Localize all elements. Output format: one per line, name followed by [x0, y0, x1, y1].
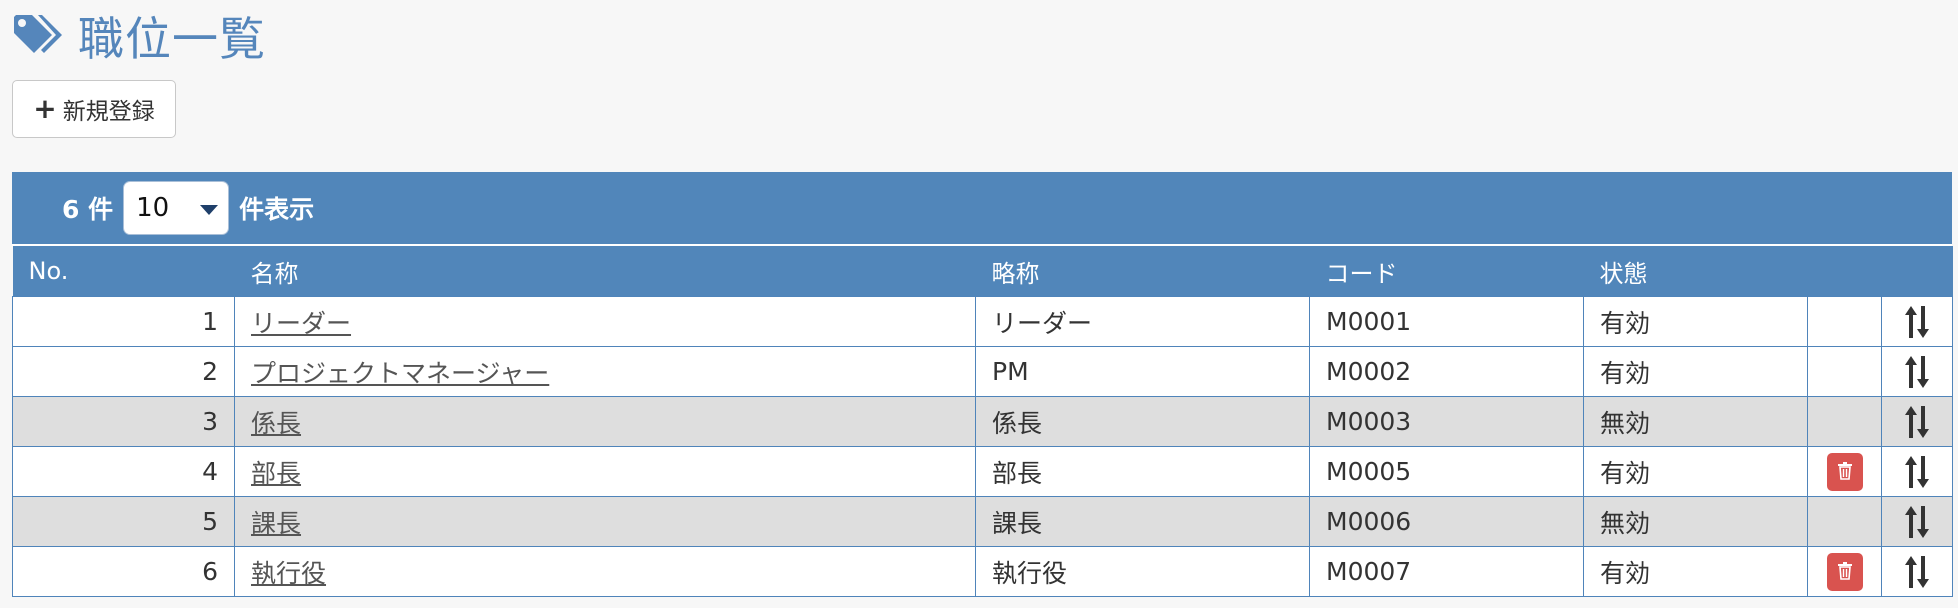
trash-icon: [1837, 457, 1853, 486]
row-status: 無効: [1583, 396, 1808, 447]
sort-arrows-icon: [1903, 355, 1931, 388]
new-register-button[interactable]: + 新規登録: [12, 80, 176, 138]
row-status: 無効: [1583, 496, 1808, 547]
record-count: 6 件: [62, 195, 114, 224]
row-short-name: PM: [975, 346, 1310, 397]
row-sort-handle[interactable]: [1881, 446, 1953, 497]
row-no: 1: [12, 296, 235, 347]
row-name-link[interactable]: プロジェクトマネージャー: [251, 359, 549, 388]
table-row: 6 執行役 執行役 M0007 有効: [12, 546, 1953, 597]
row-short-name: 課長: [975, 496, 1310, 547]
table-body: 1 リーダー リーダー M0001 有効 2 プロジェクトマネージャー PM M0002 有効 3 係…: [12, 296, 1953, 597]
new-register-label: 新規登録: [62, 99, 155, 125]
row-actions: [1807, 346, 1882, 397]
row-actions: [1807, 496, 1882, 547]
table-row: 5 課長 課長 M0006 無効: [12, 496, 1953, 547]
column-header-name[interactable]: 名称: [234, 246, 976, 297]
caret-down-icon: [200, 205, 219, 215]
table-row: 1 リーダー リーダー M0001 有効: [12, 296, 1953, 347]
column-header-no[interactable]: No.: [12, 246, 235, 297]
row-status: 有効: [1583, 296, 1808, 347]
column-header-status[interactable]: 状態: [1583, 246, 1808, 297]
row-short-name: 部長: [975, 446, 1310, 497]
row-name-link[interactable]: リーダー: [251, 309, 351, 338]
row-code: M0002: [1309, 346, 1584, 397]
sort-arrows-icon: [1903, 555, 1931, 588]
column-header-sort: [1881, 246, 1953, 297]
row-sort-handle[interactable]: [1881, 396, 1953, 447]
page-title: 職位一覧: [78, 12, 266, 66]
table-header-row: No. 名称 略称 コード 状態: [12, 246, 1953, 297]
table-row: 4 部長 部長 M0005 有効: [12, 446, 1953, 497]
row-short-name: 執行役: [975, 546, 1310, 597]
row-sort-handle[interactable]: [1881, 346, 1953, 397]
row-status: 有効: [1583, 446, 1808, 497]
row-name-link[interactable]: 課長: [251, 509, 301, 538]
tags-icon: [14, 15, 62, 53]
trash-icon: [1837, 557, 1853, 586]
column-header-code[interactable]: コード: [1309, 246, 1584, 297]
row-short-name: 係長: [975, 396, 1310, 447]
column-header-actions: [1807, 246, 1882, 297]
row-no: 3: [12, 396, 235, 447]
row-actions: [1807, 396, 1882, 447]
row-no: 2: [12, 346, 235, 397]
sort-arrows-icon: [1903, 505, 1931, 538]
page-size-select[interactable]: 10: [123, 181, 230, 235]
row-actions: [1807, 546, 1882, 597]
page-size-suffix: 件表示: [239, 195, 315, 224]
plus-icon: +: [33, 92, 57, 125]
sort-arrows-icon: [1903, 305, 1931, 338]
row-code: M0005: [1309, 446, 1584, 497]
row-name-link[interactable]: 係長: [251, 409, 301, 438]
grid-toolbar: 6 件 10 件表示: [12, 172, 1952, 246]
row-no: 4: [12, 446, 235, 497]
row-short-name: リーダー: [975, 296, 1310, 347]
row-no: 6: [12, 546, 235, 597]
row-code: M0007: [1309, 546, 1584, 597]
row-code: M0001: [1309, 296, 1584, 347]
position-table: No. 名称 略称 コード 状態 1 リーダー リーダー M0001 有効 2 プロジェクト…: [12, 246, 1953, 597]
table-row: 2 プロジェクトマネージャー PM M0002 有効: [12, 346, 1953, 397]
position-grid: 6 件 10 件表示 No. 名称 略称 コード 状態 1 リーダー リーダー M00…: [12, 172, 1953, 597]
row-code: M0003: [1309, 396, 1584, 447]
page-size-value: 10: [136, 193, 170, 223]
column-header-short[interactable]: 略称: [975, 246, 1310, 297]
row-status: 有効: [1583, 346, 1808, 397]
row-status: 有効: [1583, 546, 1808, 597]
row-sort-handle[interactable]: [1881, 496, 1953, 547]
row-actions: [1807, 296, 1882, 347]
row-sort-handle[interactable]: [1881, 296, 1953, 347]
row-code: M0006: [1309, 496, 1584, 547]
page-header: 職位一覧: [12, 0, 266, 72]
table-row: 3 係長 係長 M0003 無効: [12, 396, 1953, 447]
row-sort-handle[interactable]: [1881, 546, 1953, 597]
sort-arrows-icon: [1903, 405, 1931, 438]
row-no: 5: [12, 496, 235, 547]
delete-button[interactable]: [1826, 452, 1863, 491]
delete-button[interactable]: [1826, 552, 1863, 591]
row-name-link[interactable]: 部長: [251, 459, 301, 488]
row-actions: [1807, 446, 1882, 497]
sort-arrows-icon: [1903, 455, 1931, 488]
row-name-link[interactable]: 執行役: [251, 559, 326, 588]
